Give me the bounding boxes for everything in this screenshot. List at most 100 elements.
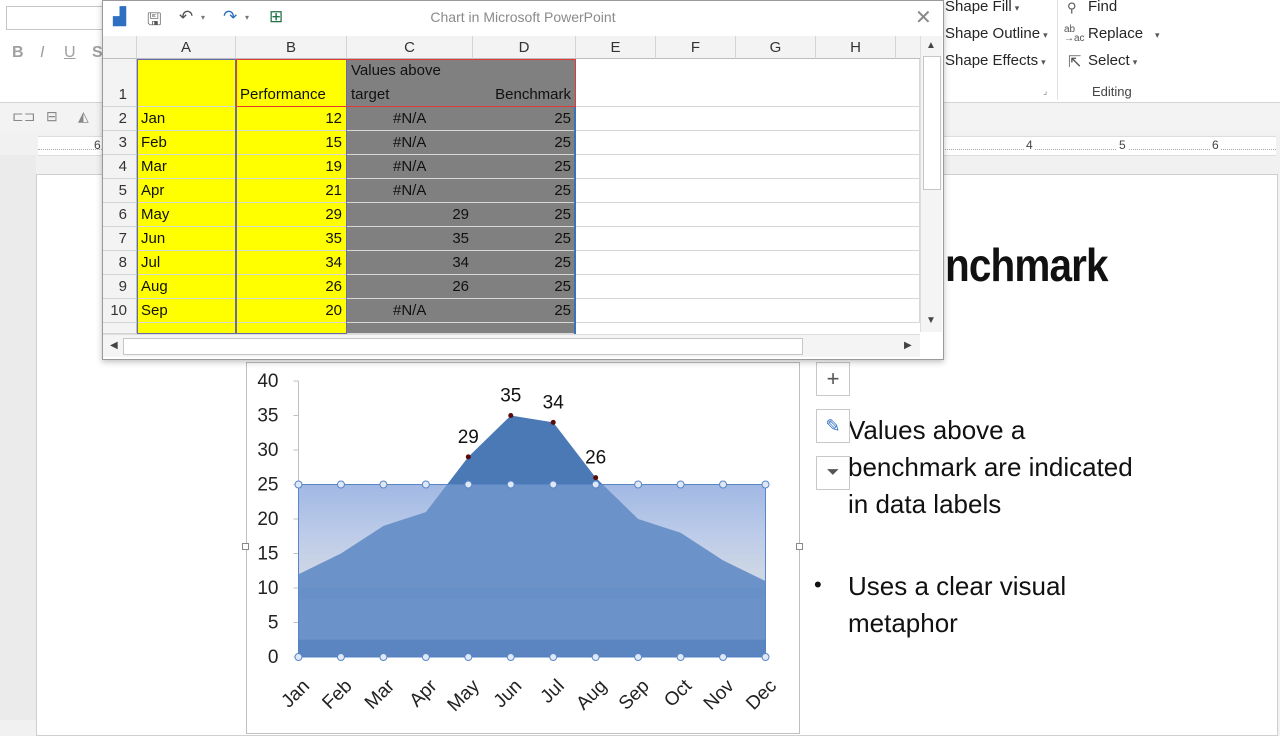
cell-c1[interactable]: Values above target xyxy=(347,59,473,107)
cell-above-target[interactable]: #N/A xyxy=(347,155,473,179)
cell-above-target[interactable]: #N/A xyxy=(347,131,473,155)
horizontal-scroll-thumb[interactable] xyxy=(123,338,803,355)
empty-cells[interactable] xyxy=(576,179,920,203)
row-header[interactable]: 4 xyxy=(103,155,137,179)
cell-performance[interactable]: 26 xyxy=(236,275,347,299)
cell-benchmark[interactable]: 25 xyxy=(473,275,576,299)
cell-b1[interactable]: Performance xyxy=(236,59,347,107)
cell-benchmark[interactable]: 25 xyxy=(473,155,576,179)
cell-month[interactable]: Sep xyxy=(137,299,236,323)
shape-outline-button[interactable]: Shape Outline ▾ xyxy=(945,25,1048,42)
cell-partial[interactable] xyxy=(473,323,576,334)
bullet-text-2[interactable]: Uses a clear visual metaphor xyxy=(848,568,1148,642)
cell-above-target[interactable]: 29 xyxy=(347,203,473,227)
chart-filters-button[interactable]: ⏷ xyxy=(816,456,850,490)
excel-chart-data-window[interactable]: ▟ 🖫 ↶ ▾ ↷ ▾ ⊞ Chart in Microsoft PowerPo… xyxy=(102,0,944,360)
scroll-left-icon[interactable]: ◀ xyxy=(110,340,118,351)
shape-fill-button[interactable]: Shape Fill ▾ xyxy=(945,0,1019,15)
empty-cells[interactable] xyxy=(576,59,920,107)
empty-cells[interactable] xyxy=(576,203,920,227)
flip-icon[interactable]: ◭ xyxy=(78,108,89,125)
cell-performance[interactable]: 29 xyxy=(236,203,347,227)
row-header[interactable]: 2 xyxy=(103,107,137,131)
cell-above-target[interactable]: 34 xyxy=(347,251,473,275)
empty-cells[interactable] xyxy=(576,299,920,323)
align-icon[interactable]: ⊏⊐ xyxy=(12,108,35,125)
cell-above-target[interactable]: #N/A xyxy=(347,299,473,323)
cell-performance[interactable]: 34 xyxy=(236,251,347,275)
row-header[interactable]: 3 xyxy=(103,131,137,155)
scroll-up-icon[interactable]: ▲ xyxy=(926,40,936,51)
cell-a1[interactable] xyxy=(137,59,236,107)
column-header-e[interactable]: E xyxy=(576,36,656,59)
cell-benchmark[interactable]: 25 xyxy=(473,203,576,227)
cell-above-target[interactable]: #N/A xyxy=(347,107,473,131)
cell-benchmark[interactable]: 25 xyxy=(473,179,576,203)
cell-d1[interactable]: Benchmark xyxy=(473,59,576,107)
cell-performance[interactable]: 21 xyxy=(236,179,347,203)
bullet-text-1[interactable]: Values above a benchmark are indicated i… xyxy=(848,412,1148,523)
row-header[interactable]: 6 xyxy=(103,203,137,227)
find-button[interactable]: Find xyxy=(1088,0,1117,15)
cell-month[interactable]: Mar xyxy=(137,155,236,179)
row-header[interactable]: 5 xyxy=(103,179,137,203)
vertical-scrollbar[interactable]: ▲ ▼ xyxy=(920,36,942,332)
scroll-down-icon[interactable]: ▼ xyxy=(926,315,936,326)
cell-benchmark[interactable]: 25 xyxy=(473,227,576,251)
cell-performance[interactable]: 19 xyxy=(236,155,347,179)
empty-cells[interactable] xyxy=(576,227,920,251)
scroll-right-icon[interactable]: ▶ xyxy=(904,340,912,351)
empty-cells[interactable] xyxy=(576,251,920,275)
cell-benchmark[interactable]: 25 xyxy=(473,299,576,323)
chart-elements-button[interactable]: + xyxy=(816,362,850,396)
cell-partial[interactable] xyxy=(137,323,236,334)
select-all-corner[interactable] xyxy=(103,36,137,59)
row-header[interactable] xyxy=(103,323,137,334)
font-name-box[interactable] xyxy=(6,6,104,30)
shape-effects-button[interactable]: Shape Effects ▾ xyxy=(945,52,1046,69)
close-icon[interactable]: ✕ xyxy=(915,5,932,30)
cell-above-target[interactable]: #N/A xyxy=(347,179,473,203)
column-header-h[interactable]: H xyxy=(816,36,896,59)
column-header-a[interactable]: A xyxy=(137,36,236,59)
cell-month[interactable]: Jan xyxy=(137,107,236,131)
cell-month[interactable]: Jun xyxy=(137,227,236,251)
cell-month[interactable]: Apr xyxy=(137,179,236,203)
cell-benchmark[interactable]: 25 xyxy=(473,251,576,275)
replace-button[interactable]: Replace ▾ xyxy=(1088,25,1160,42)
dialog-launcher-icon[interactable]: ⌟ xyxy=(1043,86,1047,97)
column-header-d[interactable]: D xyxy=(473,36,576,59)
slide-title[interactable]: nchmark xyxy=(945,238,1108,292)
column-header-g[interactable]: G xyxy=(736,36,816,59)
italic-button[interactable]: I xyxy=(40,44,44,62)
cell-performance[interactable]: 15 xyxy=(236,131,347,155)
cell-partial[interactable] xyxy=(236,323,347,334)
distribute-icon[interactable]: ⊟ xyxy=(46,108,58,125)
bold-button[interactable]: B xyxy=(12,44,24,62)
cell-benchmark[interactable]: 25 xyxy=(473,107,576,131)
cell-performance[interactable]: 12 xyxy=(236,107,347,131)
row-header[interactable]: 1 xyxy=(103,59,137,107)
cell-performance[interactable]: 35 xyxy=(236,227,347,251)
empty-cells[interactable] xyxy=(576,275,920,299)
column-header-f[interactable]: F xyxy=(656,36,736,59)
row-header[interactable]: 8 xyxy=(103,251,137,275)
excel-title-bar[interactable]: ▟ 🖫 ↶ ▾ ↷ ▾ ⊞ Chart in Microsoft PowerPo… xyxy=(103,1,943,35)
cell-month[interactable]: Aug xyxy=(137,275,236,299)
horizontal-scrollbar[interactable]: ◀ ▶ xyxy=(103,334,920,357)
empty-cells[interactable] xyxy=(576,155,920,179)
empty-cells[interactable] xyxy=(576,107,920,131)
cell-month[interactable]: May xyxy=(137,203,236,227)
column-header-b[interactable]: B xyxy=(236,36,347,59)
underline-button[interactable]: U xyxy=(64,44,76,62)
vertical-scroll-thumb[interactable] xyxy=(923,56,941,190)
cell-above-target[interactable]: 26 xyxy=(347,275,473,299)
row-header[interactable]: 7 xyxy=(103,227,137,251)
row-header[interactable]: 9 xyxy=(103,275,137,299)
select-button[interactable]: Select ▾ xyxy=(1088,52,1137,69)
empty-cells[interactable] xyxy=(576,131,920,155)
row-header[interactable]: 10 xyxy=(103,299,137,323)
cell-benchmark[interactable]: 25 xyxy=(473,131,576,155)
cell-month[interactable]: Feb xyxy=(137,131,236,155)
cell-performance[interactable]: 20 xyxy=(236,299,347,323)
